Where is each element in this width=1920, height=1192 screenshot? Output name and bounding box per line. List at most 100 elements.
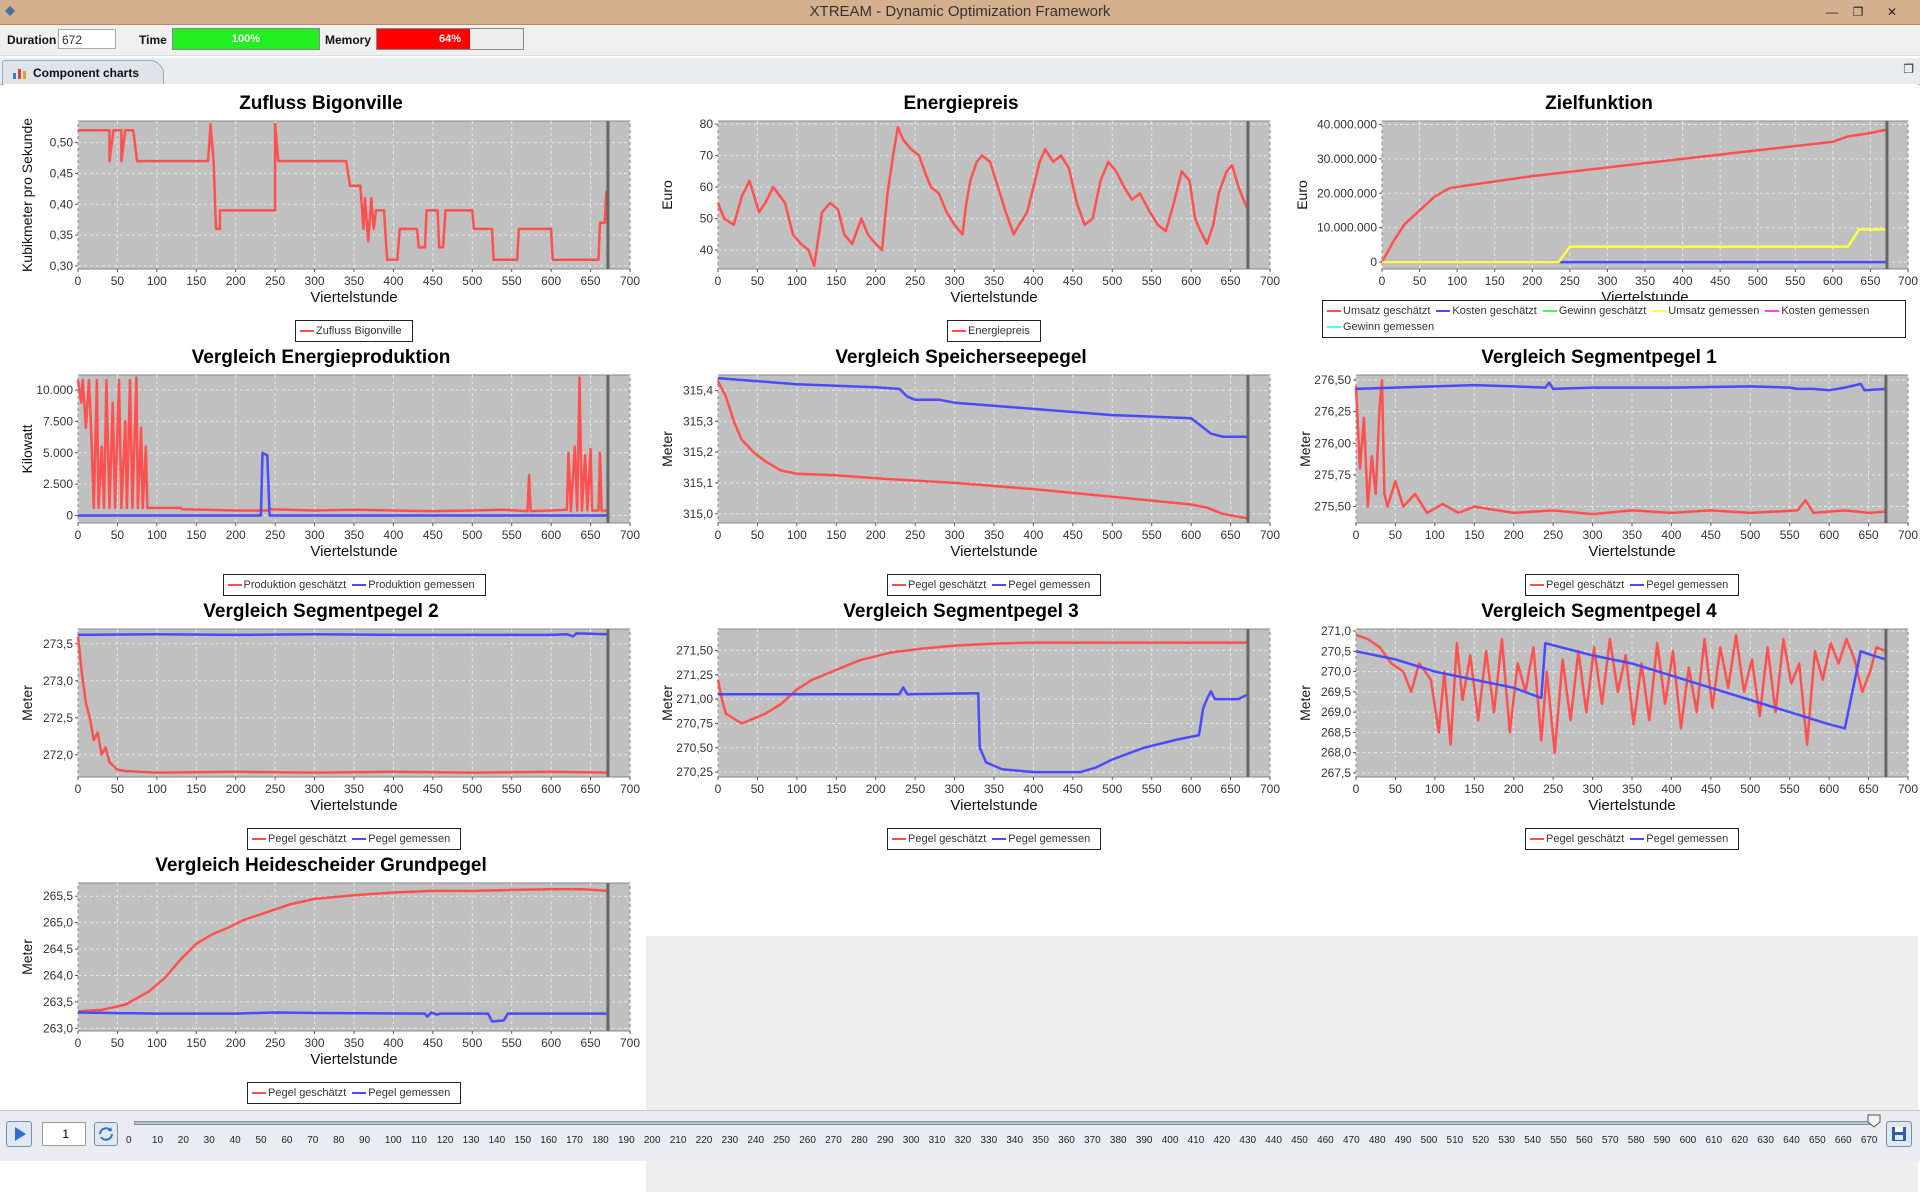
y-tick-label: 0 (1370, 255, 1377, 269)
chart-panel: Zufluss Bigonville 0 50 100 150 200 250 300 350 4… (4, 84, 640, 342)
timeline-tick-label: 10 (151, 1135, 164, 1146)
timeline-tick-label: 30 (203, 1135, 215, 1146)
legend-label: Pegel geschätzt (1546, 579, 1625, 591)
y-axis-label: Meter (19, 939, 35, 975)
legend-label: Pegel geschätzt (268, 1087, 347, 1099)
x-tick-label: 300 (945, 782, 965, 796)
x-tick-label: 300 (305, 782, 325, 796)
x-tick-label: 400 (1023, 274, 1043, 288)
timeline-tick-label: 160 (540, 1135, 557, 1146)
y-tick-label: 271,00 (676, 692, 713, 706)
legend-item: Kosten geschätzt (1436, 303, 1537, 319)
minimize-icon[interactable]: — (1820, 2, 1844, 22)
x-tick-label: 600 (1181, 782, 1201, 796)
y-axis-label: Kubikmeter pro Sekunde (19, 118, 35, 272)
legend-item: Pegel gemessen (1630, 577, 1728, 593)
timeline-tick-label: 280 (851, 1135, 868, 1146)
y-tick-label: 265,0 (43, 916, 73, 930)
y-tick-label: 268,5 (1321, 725, 1351, 739)
legend-item: Pegel geschätzt (252, 831, 346, 847)
x-tick-label: 200 (226, 782, 246, 796)
x-tick-label: 300 (1597, 274, 1617, 288)
x-tick-label: 650 (581, 782, 601, 796)
x-tick-label: 0 (75, 528, 82, 542)
timeline-tick-label: 130 (462, 1135, 480, 1146)
x-tick-label: 700 (620, 1036, 640, 1050)
timeline-tick-label: 120 (436, 1135, 454, 1146)
timeline-slider-thumb[interactable] (1867, 1114, 1881, 1128)
x-tick-label: 250 (265, 274, 285, 288)
x-tick-label: 150 (1464, 528, 1484, 542)
timeline-tick-label: 200 (643, 1135, 661, 1146)
y-tick-label: 269,0 (1321, 705, 1351, 719)
y-tick-label: 269,5 (1321, 685, 1351, 699)
x-tick-label: 450 (1063, 528, 1083, 542)
x-tick-label: 200 (866, 782, 886, 796)
x-tick-label: 50 (751, 782, 765, 796)
timeline-tick-label: 570 (1601, 1135, 1619, 1146)
x-tick-label: 350 (344, 1036, 364, 1050)
y-tick-label: 276,25 (1314, 405, 1351, 419)
legend-swatch (992, 584, 1007, 587)
close-icon[interactable]: ✕ (1880, 2, 1904, 22)
legend-swatch (1765, 310, 1780, 313)
chart-grid: Zufluss Bigonville 0 50 100 150 200 250 300 350 4… (4, 84, 1918, 1192)
save-button[interactable] (1886, 1121, 1912, 1147)
timeline-tick-label: 620 (1731, 1135, 1749, 1146)
y-tick-label: 315,1 (683, 476, 713, 490)
x-tick-label: 400 (1673, 274, 1693, 288)
x-tick-label: 250 (905, 528, 925, 542)
x-tick-label: 0 (715, 274, 722, 288)
x-tick-label: 550 (502, 1036, 522, 1050)
chart-legend: Pegel geschätzt Pegel gemessen (247, 1082, 462, 1104)
legend-label: Pegel gemessen (1008, 833, 1091, 845)
timeline-tick-label: 460 (1317, 1135, 1334, 1146)
x-tick-label: 600 (541, 782, 561, 796)
timeline-tick-label: 500 (1420, 1135, 1438, 1146)
y-tick-label: 276,50 (1314, 373, 1351, 387)
legend-label: Pegel geschätzt (908, 833, 987, 845)
timeline-tick-label: 240 (747, 1135, 765, 1146)
timeline-slider[interactable] (134, 1121, 1874, 1125)
timeline-tick-label: 90 (359, 1135, 371, 1146)
x-tick-label: 100 (787, 782, 807, 796)
tab-component-charts[interactable]: Component charts (2, 60, 164, 84)
timeline-tick-label: 580 (1627, 1135, 1645, 1146)
duration-input[interactable]: 672 (58, 29, 116, 49)
chart-title: Vergleich Segmentpegel 1 (1481, 347, 1717, 368)
legend-label: Umsatz geschätzt (1343, 305, 1431, 317)
y-tick-label: 275,75 (1314, 468, 1351, 482)
legend-item: Pegel gemessen (1630, 831, 1728, 847)
duration-label: Duration (7, 33, 57, 47)
x-tick-label: 400 (1661, 782, 1681, 796)
restore-window-icon[interactable]: ❐ (1846, 2, 1870, 22)
y-axis-label: Euro (659, 180, 675, 210)
x-tick-label: 600 (1819, 782, 1839, 796)
x-tick-label: 550 (1780, 528, 1800, 542)
timeline-tick-label: 140 (488, 1135, 506, 1146)
y-tick-label: 273,0 (43, 674, 73, 688)
x-tick-label: 100 (147, 782, 167, 796)
x-tick-label: 500 (462, 782, 482, 796)
legend-label: Energiepreis (968, 325, 1030, 337)
x-tick-label: 450 (423, 528, 443, 542)
x-tick-label: 700 (1260, 274, 1280, 288)
x-tick-label: 650 (581, 274, 601, 288)
timeline-tick-label: 40 (229, 1135, 241, 1146)
x-tick-label: 400 (383, 528, 403, 542)
chart-svg: Energiepreis 0 50 100 150 200 250 300 350 400 450 5… (659, 93, 1280, 306)
x-tick-label: 0 (715, 528, 722, 542)
timeline-tick-label: 560 (1576, 1135, 1593, 1146)
timeline-tick-label: 470 (1342, 1135, 1360, 1146)
legend-swatch (1436, 310, 1451, 313)
x-tick-label: 250 (905, 782, 925, 796)
x-tick-label: 0 (1379, 274, 1386, 288)
y-tick-label: 5.000 (43, 446, 73, 460)
x-tick-label: 650 (1221, 274, 1241, 288)
timeline-tick-label: 630 (1757, 1135, 1774, 1146)
timeline-tick-label: 50 (255, 1135, 267, 1146)
chart-title: Energiepreis (903, 93, 1018, 114)
maximize-panel-icon[interactable]: ❐ (1903, 62, 1914, 76)
legend-label: Pegel geschätzt (1546, 833, 1625, 845)
timeline-tick-label: 0 (126, 1135, 132, 1146)
